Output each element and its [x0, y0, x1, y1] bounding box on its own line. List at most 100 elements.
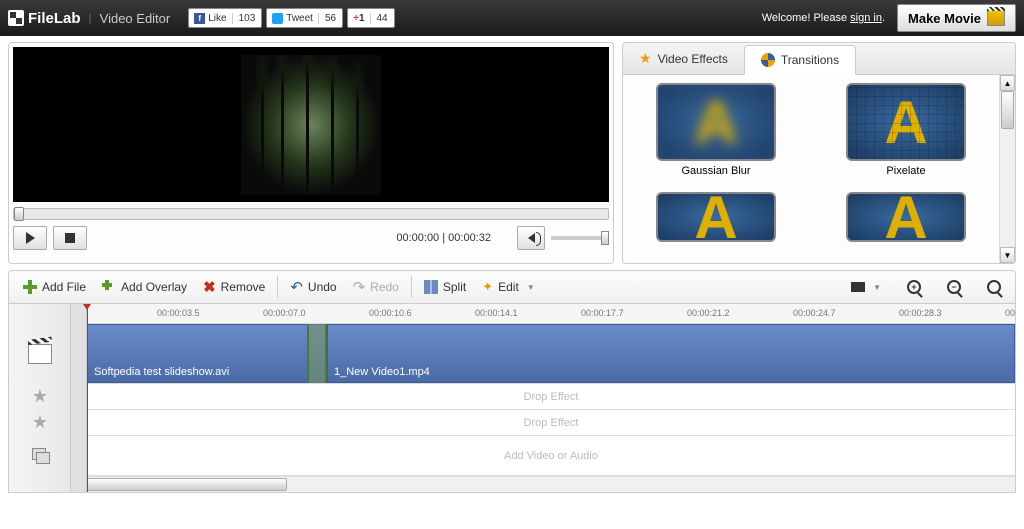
play-button[interactable] — [13, 226, 47, 250]
stop-icon — [65, 233, 75, 243]
volume-icon — [528, 233, 535, 243]
welcome-text: Welcome! Please sign in. — [762, 12, 885, 24]
timeline: 00:00:03.5 00:00:07.0 00:00:10.6 00:00:1… — [8, 304, 1016, 493]
drop-hint: Drop Effect — [87, 410, 1015, 435]
film-icon — [28, 344, 52, 364]
scroll-thumb[interactable] — [1001, 91, 1014, 129]
effects-scrollbar[interactable]: ▲ ▼ — [999, 75, 1015, 263]
volume-slider[interactable] — [551, 236, 609, 240]
play-icon — [26, 232, 35, 244]
preview-screen — [13, 47, 609, 202]
clip-1[interactable]: Softpedia test slideshow.avi — [87, 324, 327, 383]
effect-item-4[interactable]: A — [821, 192, 991, 255]
edit-button[interactable]: ✦Edit▼ — [474, 275, 543, 299]
clip-label: Softpedia test slideshow.avi — [94, 366, 229, 378]
layers-icon — [32, 448, 48, 464]
ruler-mark: 00:00:3 — [1005, 308, 1015, 318]
stop-button[interactable] — [53, 226, 87, 250]
chevron-down-icon: ▼ — [873, 283, 881, 292]
remove-button[interactable]: ✖Remove — [195, 274, 273, 300]
ruler-mark: 00:00:07.0 — [263, 308, 306, 318]
zoom-fit-button[interactable] — [979, 276, 1009, 298]
timeline-toolbar: Add File Add Overlay ✖Remove ↶Undo ↷Redo… — [8, 270, 1016, 304]
preview-panel: 00:00:00 | 00:00:32 — [8, 42, 614, 264]
fb-like-label: Like — [208, 13, 226, 24]
effect-label: Gaussian Blur — [631, 165, 801, 177]
clip-2[interactable]: 1_New Video1.mp4 — [327, 324, 1015, 383]
effect-label: Pixelate — [821, 165, 991, 177]
star-icon: ★ — [32, 386, 48, 407]
star-icon: ★ — [639, 50, 652, 67]
tab-transitions[interactable]: Transitions — [744, 45, 856, 75]
twitter-icon — [272, 13, 283, 24]
google-plus-button[interactable]: +1 44 — [347, 8, 395, 28]
plus-overlay-icon — [102, 280, 116, 294]
playhead-marker[interactable] — [87, 304, 88, 492]
effect-gaussian-blur[interactable]: A Gaussian Blur — [631, 83, 801, 186]
app-logo: FileLab — [8, 10, 81, 27]
clapperboard-icon — [987, 10, 1005, 26]
drop-hint: Drop Effect — [87, 384, 1015, 409]
fb-like-button[interactable]: fLike 103 — [188, 8, 262, 28]
sign-in-link[interactable]: sign in — [850, 12, 882, 24]
undo-button[interactable]: ↶Undo — [282, 274, 344, 300]
effect-track-2[interactable]: ★ Drop Effect — [9, 410, 1015, 436]
tab-video-effects[interactable]: ★ Video Effects — [623, 43, 744, 74]
preview-scrub-handle[interactable] — [14, 207, 24, 221]
plus-icon — [23, 280, 37, 294]
scroll-down-button[interactable]: ▼ — [1000, 247, 1015, 263]
preview-scrub-bar[interactable] — [13, 208, 609, 220]
header-divider: | — [89, 11, 92, 25]
ruler-mark: 00:00:28.3 — [899, 308, 942, 318]
chevron-down-icon: ▼ — [527, 283, 535, 292]
split-button[interactable]: Split — [416, 276, 474, 298]
drop-hint: Add Video or Audio — [87, 436, 1015, 475]
fb-like-count: 103 — [232, 13, 262, 24]
add-file-button[interactable]: Add File — [15, 276, 94, 298]
time-display: 00:00:00 | 00:00:32 — [396, 232, 491, 244]
video-track[interactable]: Softpedia test slideshow.avi 1_New Video… — [9, 324, 1015, 384]
social-buttons: fLike 103 Tweet 56 +1 44 — [188, 8, 394, 28]
overlay-track[interactable]: Add Video or Audio — [9, 436, 1015, 476]
make-movie-label: Make Movie — [908, 11, 981, 26]
clip-label: 1_New Video1.mp4 — [334, 366, 430, 378]
ruler-mark: 00:00:21.2 — [687, 308, 730, 318]
header-bar: FileLab | Video Editor fLike 103 Tweet 5… — [0, 0, 1024, 36]
ruler-mark: 00:00:14.1 — [475, 308, 518, 318]
preview-frame — [241, 55, 381, 195]
redo-button[interactable]: ↷Redo — [345, 274, 407, 300]
ruler-mark: 00:00:24.7 — [793, 308, 836, 318]
effect-pixelate[interactable]: A Pixelate — [821, 83, 991, 186]
display-mode-button[interactable]: ▼ — [843, 278, 889, 296]
facebook-icon: f — [194, 13, 205, 24]
ruler-mark: 00:00:10.6 — [369, 308, 412, 318]
x-icon: ✖ — [203, 278, 216, 296]
timeline-scrollbar[interactable] — [9, 476, 1015, 492]
clip-transition-handle[interactable] — [307, 324, 327, 383]
effects-panel: ★ Video Effects Transitions A Gaussian B… — [622, 42, 1016, 264]
wand-icon: ✦ — [482, 279, 493, 295]
timeline-ruler[interactable]: 00:00:03.5 00:00:07.0 00:00:10.6 00:00:1… — [9, 304, 1015, 324]
zoom-in-button[interactable]: + — [899, 276, 929, 298]
timeline-scroll-thumb[interactable] — [87, 478, 287, 491]
make-movie-button[interactable]: Make Movie — [897, 4, 1016, 32]
zoom-out-icon: − — [947, 280, 961, 294]
zoom-out-button[interactable]: − — [939, 276, 969, 298]
add-overlay-button[interactable]: Add Overlay — [94, 276, 195, 298]
volume-handle[interactable] — [601, 231, 609, 245]
tab-transitions-label: Transitions — [781, 53, 839, 67]
scroll-up-button[interactable]: ▲ — [1000, 75, 1015, 91]
tweet-label: Tweet — [286, 13, 313, 24]
ruler-mark: 00:00:17.7 — [581, 308, 624, 318]
effect-track-1[interactable]: ★ Drop Effect — [9, 384, 1015, 410]
google-plus-count: 44 — [370, 13, 394, 24]
pinwheel-icon — [761, 53, 775, 67]
redo-icon: ↷ — [353, 278, 366, 296]
screen-icon — [851, 282, 865, 292]
tweet-button[interactable]: Tweet 56 — [266, 8, 343, 28]
tab-video-effects-label: Video Effects — [658, 52, 728, 66]
brand-name: FileLab — [28, 10, 81, 27]
app-subtitle: Video Editor — [100, 11, 171, 26]
effect-item-3[interactable]: A — [631, 192, 801, 255]
volume-button[interactable] — [517, 226, 545, 250]
